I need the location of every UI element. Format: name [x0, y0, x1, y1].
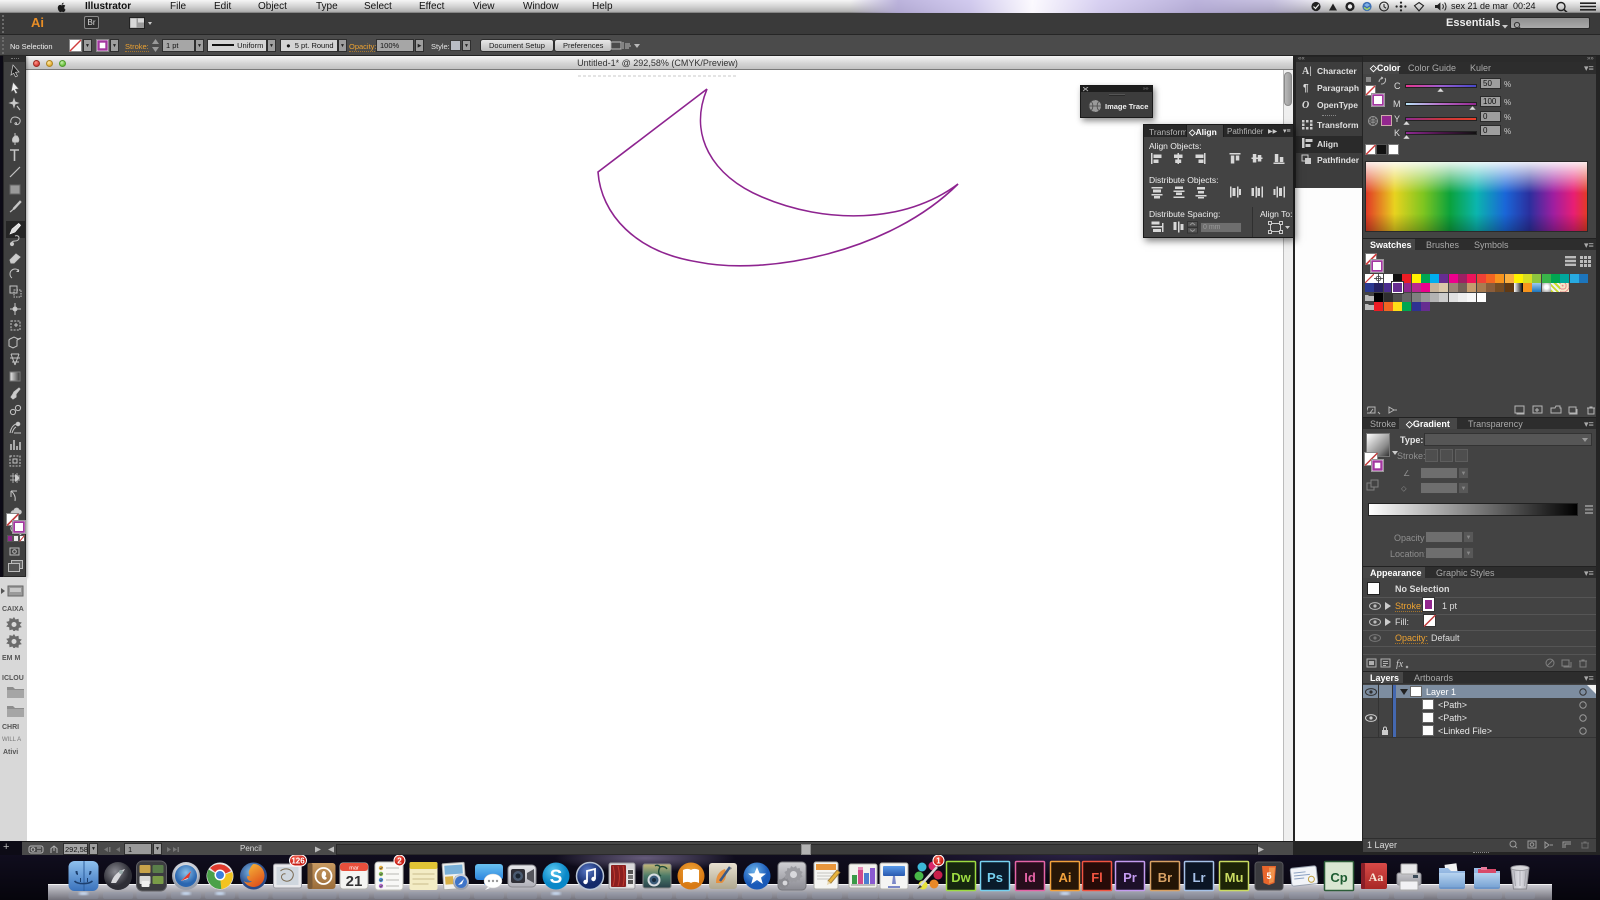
svg-text:Lr: Lr	[1193, 870, 1206, 885]
svg-text:fx: fx	[1396, 659, 1404, 669]
svg-text:S: S	[550, 867, 563, 888]
svg-text:21: 21	[346, 873, 363, 890]
svg-text:O: O	[1302, 100, 1309, 110]
svg-text:Cp: Cp	[1330, 870, 1347, 885]
svg-text:Dw: Dw	[951, 870, 971, 885]
svg-text:2: 2	[397, 857, 402, 866]
svg-text:A|: A|	[1302, 66, 1311, 76]
svg-text:1: 1	[936, 857, 941, 866]
svg-text:Ps: Ps	[987, 870, 1003, 885]
svg-text:mar: mar	[349, 866, 359, 872]
svg-text:Id: Id	[1024, 870, 1036, 885]
svg-text:Mu: Mu	[1225, 870, 1244, 885]
svg-text:¶: ¶	[1303, 83, 1309, 93]
svg-text:126: 126	[291, 857, 305, 866]
svg-text:Ai: Ai	[1059, 870, 1072, 885]
svg-text:Br: Br	[1158, 870, 1172, 885]
svg-text:Aa: Aa	[1369, 870, 1384, 884]
svg-text:5: 5	[1266, 871, 1271, 881]
svg-text:Pr: Pr	[1123, 870, 1137, 885]
svg-text:Fl: Fl	[1091, 870, 1103, 885]
